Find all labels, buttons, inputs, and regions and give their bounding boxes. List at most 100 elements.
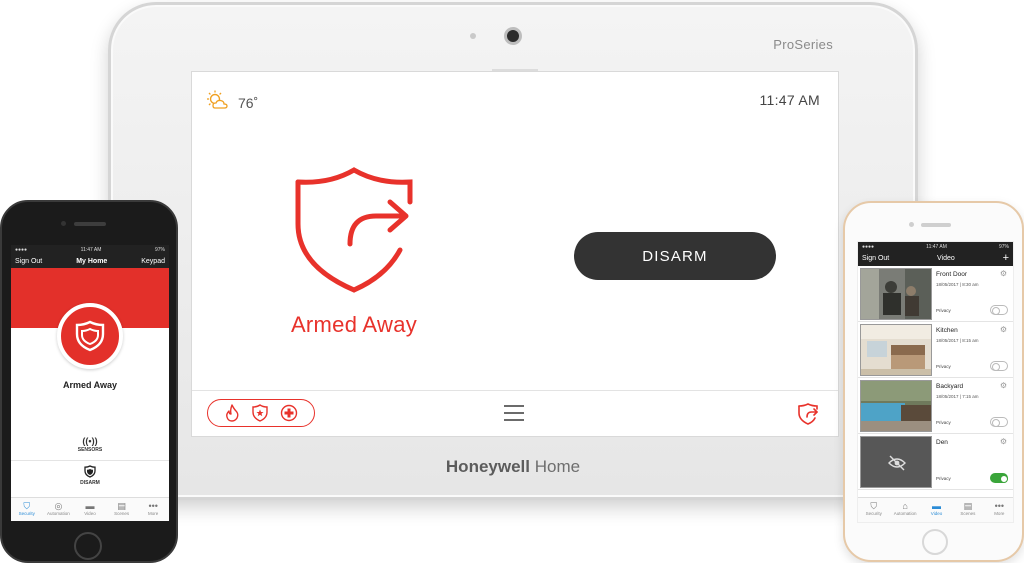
arm-away-small-icon[interactable] [796,402,820,431]
status-time: 11:47 AM [926,243,947,250]
shield-icon: ⛉ [23,501,31,511]
home-button[interactable] [74,532,102,560]
camera-timestamp: 18/05/2017 | 7:15 am [936,394,979,399]
emergency-buttons [207,399,315,427]
camera-name: Backyard [936,383,964,390]
nav-bar: Sign Out My Home Keypad [11,255,169,268]
signal-icon: ●●●● [862,243,875,250]
medical-cross-icon[interactable] [280,404,298,422]
automation-icon: ⌂ [902,501,908,511]
tab-automation[interactable]: ◎ Automation [43,498,75,521]
shield-icon [75,320,105,352]
arm-status-label: Armed Away [62,380,118,390]
tab-video[interactable]: ▬ Video [921,498,952,522]
earpiece-speaker [921,223,951,227]
hamburger-menu-icon[interactable] [504,405,524,426]
police-badge-icon[interactable] [251,404,269,422]
camera-row-backyard: Backyard 18/05/2017 | 7:15 am ⚙ Privacy [858,378,1013,434]
sensor-dot [470,33,476,39]
camera-row-front-door: Front Door 18/05/2017 | 8:30 am ⚙ Privac… [858,266,1013,322]
tab-video[interactable]: ▬ Video [74,498,106,521]
privacy-toggle[interactable] [990,361,1008,371]
privacy-label: Privacy [936,308,951,313]
nav-title: Video [937,255,955,262]
privacy-toggle[interactable] [990,417,1008,427]
tab-automation[interactable]: ⌂ Automation [889,498,920,522]
tab-scenes[interactable]: ▤ Scenes [952,498,983,522]
privacy-toggle[interactable] [990,473,1008,483]
tab-more[interactable]: ••• More [984,498,1013,522]
phone-left-device: ●●●● 11:47 AM 97% Sign Out My Home Keypa… [0,200,178,563]
earpiece-speaker [74,222,106,226]
signal-icon: ●●●● [15,247,28,253]
more-icon: ••• [994,501,1005,511]
tab-security[interactable]: ⛉ Security [11,498,43,521]
weather-widget[interactable]: 76˚ [206,90,258,115]
phone-left-screen: ●●●● 11:47 AM 97% Sign Out My Home Keypa… [11,245,169,521]
brand-logo: Honeywell Home [445,457,581,476]
phone-right-device: ●●●● 11:47 AM 97% Sign Out Video + Front… [843,201,1024,562]
tab-scenes[interactable]: ▤ Scenes [106,498,138,521]
status-bar: ●●●● 11:47 AM 97% [858,242,1013,251]
front-camera [504,27,522,45]
tab-bar: ⛉ Security ◎ Automation ▬ Video ▤ Scenes •••… [11,497,169,521]
tab-more[interactable]: ••• More [137,498,169,521]
camera-name: Den [936,439,948,446]
camera-name: Kitchen [936,327,958,334]
camera-timestamp: 18/05/2017 | 8:15 am [936,338,979,343]
nav-bar: Sign Out Video + [858,251,1013,266]
shield-icon [84,465,96,478]
tablet-device: ProSeries 76˚ 11:47 AM Armed Away DISARM… [108,2,918,500]
camera-thumbnail[interactable] [860,436,932,488]
sign-out-link[interactable]: Sign Out [862,255,889,262]
camera-row-kitchen: Kitchen 18/05/2017 | 8:15 am ⚙ Privacy [858,322,1013,378]
fire-icon[interactable] [224,404,240,422]
status-bar: ●●●● 11:47 AM 97% [11,245,169,255]
privacy-label: Privacy [936,364,951,369]
bottom-divider [192,390,838,391]
keypad-link[interactable]: Keypad [141,258,165,265]
gear-icon[interactable]: ⚙ [1000,325,1007,334]
model-label: ProSeries [773,37,833,52]
camera-row-den: Den ⚙ Privacy [858,434,1013,490]
privacy-toggle[interactable] [990,305,1008,315]
status-time: 11:47 AM [80,247,102,253]
gear-icon[interactable]: ⚙ [1000,437,1007,446]
temperature-readout: 76˚ [238,94,259,111]
phone-right-screen: ●●●● 11:47 AM 97% Sign Out Video + Front… [857,241,1014,523]
clock: 11:47 AM [759,92,820,108]
battery-level: 97% [998,243,1009,250]
partly-cloudy-icon [206,90,232,115]
battery-level: 97% [154,247,165,253]
disarm-button[interactable]: DISARM [574,232,776,280]
front-camera [909,222,914,227]
armed-shield-badge[interactable] [57,303,123,369]
sensors-icon: ((•)) [82,436,98,446]
automation-icon: ◎ [54,501,63,511]
camera-thumbnail[interactable] [860,268,932,320]
tab-bar: ⛉ Security ⌂ Automation ▬ Video ▤ Scenes •••… [858,497,1013,522]
tablet-screen: 76˚ 11:47 AM Armed Away DISARM [191,71,839,437]
gear-icon[interactable]: ⚙ [1000,381,1007,390]
scenes-icon: ▤ [963,501,973,511]
privacy-label: Privacy [936,476,951,481]
sign-out-link[interactable]: Sign Out [15,258,42,265]
add-camera-button[interactable]: + [1003,253,1009,264]
sensors-button[interactable]: ((•)) SENSORS [11,435,169,453]
gear-icon[interactable]: ⚙ [1000,269,1007,278]
camera-name: Front Door [936,271,968,278]
scenes-icon: ▤ [117,501,126,511]
disarm-button[interactable]: DISARM [11,465,169,486]
camera-thumbnail[interactable] [860,380,932,432]
front-camera [61,221,66,226]
arm-status-label: Armed Away [290,312,418,337]
camera-timestamp: 18/05/2017 | 8:30 am [936,282,979,287]
video-icon: ▬ [85,501,95,511]
armed-away-shield-icon [292,166,418,303]
nav-title: My Home [76,258,108,265]
tab-security[interactable]: ⛉ Security [858,498,889,522]
camera-thumbnail[interactable] [860,324,932,376]
home-button[interactable] [922,529,948,555]
shield-icon: ⛉ [870,501,878,511]
divider [11,460,169,461]
